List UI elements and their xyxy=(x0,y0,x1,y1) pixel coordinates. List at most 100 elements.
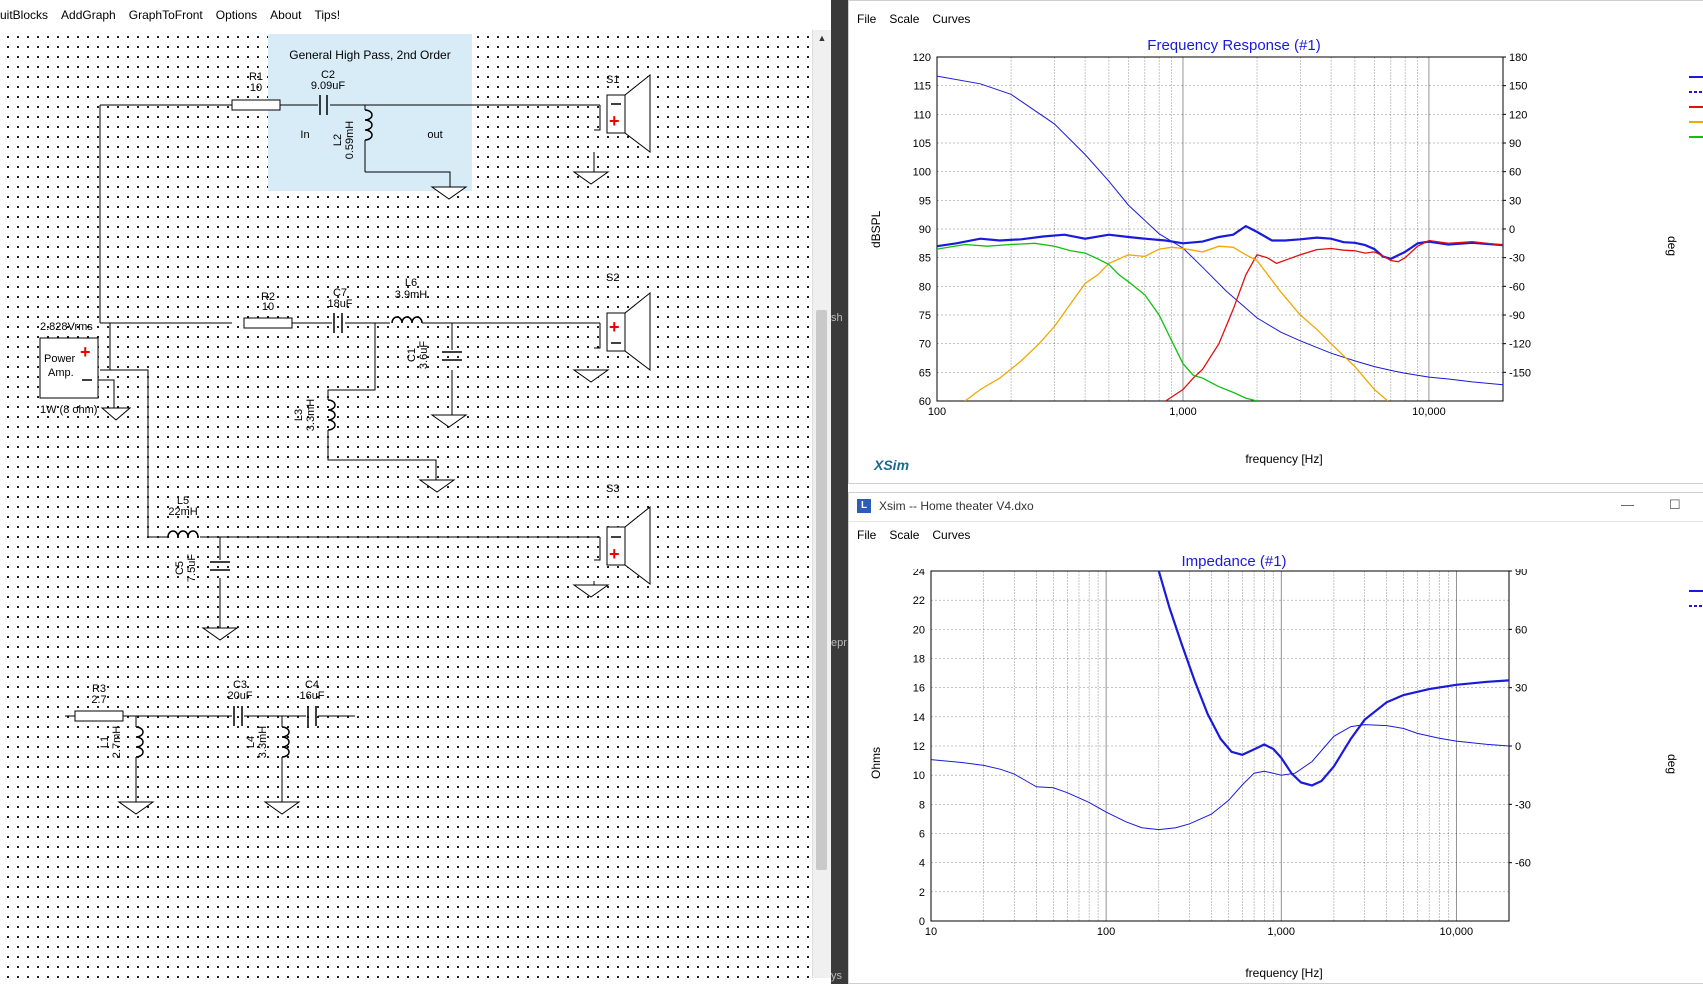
inductor-l1[interactable] xyxy=(135,726,144,758)
inductor-l6[interactable] xyxy=(391,316,423,324)
y-tick-label: 120 xyxy=(913,53,931,64)
schematic-menubar: uitBlocks AddGraph GraphToFront Options … xyxy=(0,0,835,30)
l4-value: 3.3mH xyxy=(257,726,269,758)
y-tick-label: 70 xyxy=(919,339,931,351)
impedance-window[interactable]: L Xsim -- Home theater V4.dxo — ☐ File S… xyxy=(848,492,1703,984)
resistor-r3[interactable] xyxy=(74,710,124,722)
amp-voltage: 2.828Vrms xyxy=(40,321,93,333)
y-tick-label: 12 xyxy=(913,741,925,753)
fr-chart[interactable]: 60 65 70 75 80 85 90 95 100 105 110 115 120 -150 -120 -… xyxy=(849,53,1703,483)
y2-tick-label: -60 xyxy=(1509,281,1525,293)
fr-y2label: deg xyxy=(1665,236,1679,257)
y-tick-label: 100 xyxy=(913,167,931,179)
speaker-s3[interactable]: + xyxy=(606,505,651,586)
y-tick-label: 95 xyxy=(919,195,931,207)
amp-label-2: Amp. xyxy=(48,367,74,379)
y-tick-label: 80 xyxy=(919,281,931,293)
y2-tick-label: 0 xyxy=(1515,741,1521,753)
fr-menu-curves[interactable]: Curves xyxy=(932,12,970,26)
l3-name: L3 xyxy=(293,409,305,421)
capacitor-c7[interactable] xyxy=(333,313,343,333)
menu-tips[interactable]: Tips! xyxy=(315,8,341,22)
fr-title: Frequency Response (#1) xyxy=(1147,37,1321,54)
y-tick-label: 2 xyxy=(919,887,925,899)
y-tick-label: 6 xyxy=(919,829,925,841)
l1-value: 2.7mH xyxy=(111,726,123,758)
fr-ylabel: dBSPL xyxy=(869,210,883,248)
block-out-label: out xyxy=(427,129,442,141)
series-line-0 xyxy=(937,224,1503,260)
inductor-l5[interactable] xyxy=(167,530,199,538)
frequency-response-window[interactable]: File Scale Curves Frequency Response (#1… xyxy=(848,0,1703,484)
l2-name: L2 xyxy=(332,134,344,146)
y-tick-label: 24 xyxy=(913,569,925,578)
ground-symbols xyxy=(100,171,610,815)
desktop-background: sh epr ys xyxy=(831,0,848,984)
svg-text:+: + xyxy=(609,317,620,337)
capacitor-c4[interactable] xyxy=(307,706,317,726)
impedance-chart[interactable]: 024681012141618202224-60-30030609010 100 1… xyxy=(849,569,1703,977)
series-line-4 xyxy=(937,242,1258,401)
y-tick-label: 8 xyxy=(919,799,925,811)
y2-tick-label: -120 xyxy=(1509,339,1531,351)
minimize-icon[interactable]: — xyxy=(1621,497,1634,512)
inductor-l3[interactable] xyxy=(327,399,336,431)
capacitor-c1[interactable] xyxy=(442,351,462,361)
y-tick-label: 20 xyxy=(913,624,925,636)
scrollbar-thumb[interactable] xyxy=(816,310,827,870)
y2-tick-label: -60 xyxy=(1515,858,1531,870)
schematic-scrollbar[interactable]: ▲ xyxy=(812,30,831,978)
y2-tick-label: 90 xyxy=(1509,138,1521,150)
y2-tick-label: 180 xyxy=(1509,53,1527,64)
fr-menu-scale[interactable]: Scale xyxy=(889,12,919,26)
series-line-1 xyxy=(937,75,1503,386)
block-in-label: In xyxy=(300,129,309,141)
x-tick-label: 100 xyxy=(928,406,946,418)
r1-value: 10 xyxy=(250,82,262,94)
y2-tick-label: 120 xyxy=(1509,109,1527,121)
resistor-r1[interactable] xyxy=(231,99,281,111)
inductor-l4[interactable] xyxy=(281,726,290,758)
imp-menubar: File Scale Curves xyxy=(857,521,983,549)
c5-value: 7.5uF xyxy=(186,554,198,582)
imp-menu-file[interactable]: File xyxy=(857,528,876,542)
y-tick-label: 14 xyxy=(913,712,925,724)
xsim-logo: XSim xyxy=(874,457,910,473)
maximize-icon[interactable]: ☐ xyxy=(1669,497,1681,513)
speaker-s2[interactable]: + xyxy=(606,291,651,372)
menu-addgraph[interactable]: AddGraph xyxy=(61,8,116,22)
r3-value: 2.7 xyxy=(91,694,106,706)
svg-text:+: + xyxy=(609,111,620,131)
fr-menu-file[interactable]: File xyxy=(857,12,876,26)
y2-tick-label: -30 xyxy=(1515,799,1531,811)
r2-value: 10 xyxy=(262,301,274,313)
menu-circuitblocks[interactable]: uitBlocks xyxy=(0,8,48,22)
menu-graphtofront[interactable]: GraphToFront xyxy=(129,8,203,22)
x-tick-label: 1,000 xyxy=(1267,926,1295,938)
y2-tick-label: 0 xyxy=(1509,224,1515,236)
l5-value: 22mH xyxy=(168,506,197,518)
menu-options[interactable]: Options xyxy=(216,8,257,22)
impedance-titlebar[interactable]: L Xsim -- Home theater V4.dxo — ☐ xyxy=(849,493,1703,522)
impedance-window-title: Xsim -- Home theater V4.dxo xyxy=(879,499,1034,513)
schematic-canvas[interactable]: General High Pass, 2nd Order In out R1 1… xyxy=(0,30,812,980)
l3-value: 3.3mH xyxy=(305,399,317,431)
c1-name: C1 xyxy=(406,348,418,362)
imp-menu-curves[interactable]: Curves xyxy=(932,528,970,542)
menu-about[interactable]: About xyxy=(270,8,301,22)
y2-tick-label: 60 xyxy=(1509,167,1521,179)
x-tick-label: 1,000 xyxy=(1169,406,1197,418)
y-tick-label: 110 xyxy=(913,109,931,121)
y2-tick-label: 90 xyxy=(1515,569,1527,578)
series-line-3 xyxy=(964,245,1389,401)
x-tick-label: 10,000 xyxy=(1439,926,1473,938)
imp-menu-scale[interactable]: Scale xyxy=(889,528,919,542)
speaker-s1[interactable]: + xyxy=(606,73,651,154)
l4-name: L4 xyxy=(245,736,257,748)
capacitor-c5[interactable] xyxy=(210,561,230,571)
capacitor-c3[interactable] xyxy=(233,706,243,726)
resistor-r2[interactable] xyxy=(243,317,293,329)
scroll-up-icon[interactable]: ▲ xyxy=(813,30,831,46)
y2-tick-label: 60 xyxy=(1515,624,1527,636)
amp-plus-icon: + xyxy=(80,342,91,362)
